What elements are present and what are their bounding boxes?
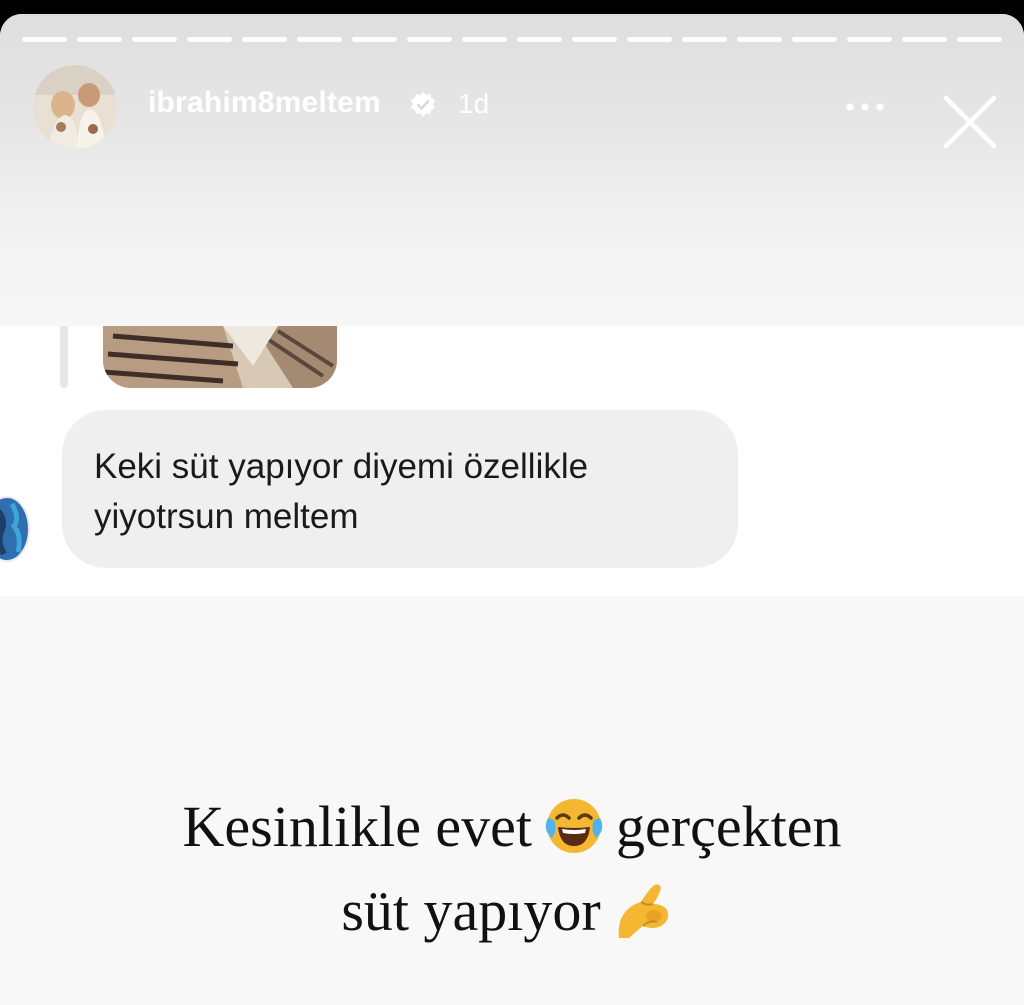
story-progress-segment	[682, 37, 727, 42]
story-viewer[interactable]: ibrahim8meltem 1d Keki süt yapıyor diyem…	[0, 14, 1024, 1005]
story-time-ago: 1d	[458, 88, 490, 119]
story-progress-segment	[352, 37, 397, 42]
pinching-hand-icon	[613, 880, 671, 958]
story-progress-segment	[187, 37, 232, 42]
story-progress-segment	[77, 37, 122, 42]
story-progress-segment	[407, 37, 452, 42]
story-progress-segment	[22, 37, 67, 42]
message-line-2: yiyotrsun meltem	[94, 497, 359, 536]
reply-indicator-bar	[60, 326, 68, 388]
caption-line-1: Kesinlikle evet gerçekten	[0, 790, 1024, 874]
caption-line-2-text: süt yapıyor	[341, 878, 601, 943]
close-icon[interactable]	[940, 92, 1000, 152]
quoted-photo	[103, 326, 337, 388]
more-horizontal-icon[interactable]	[840, 100, 890, 114]
received-message-bubble: Keki süt yapıyor diyemi özellikle yiyotr…	[62, 410, 738, 568]
face-with-tears-of-joy-icon	[544, 796, 604, 874]
story-progress-segment	[517, 37, 562, 42]
story-username[interactable]: ibrahim8meltem	[148, 86, 381, 120]
story-progress-segment	[627, 37, 672, 42]
story-progress-segment	[132, 37, 177, 42]
story-caption: Kesinlikle evet gerçekten süt yapıyor	[0, 790, 1024, 958]
profile-avatar[interactable]	[33, 65, 117, 149]
chat-screenshot: Keki süt yapıyor diyemi özellikle yiyotr…	[0, 326, 1024, 596]
story-caption-area: Kesinlikle evet gerçekten süt yapıyor	[0, 596, 1024, 1005]
story-header: ibrahim8meltem 1d	[0, 14, 1024, 326]
caption-line-1-start: Kesinlikle evet	[182, 794, 533, 859]
caption-line-1-end: gerçekten	[616, 794, 842, 859]
sender-avatar	[0, 496, 30, 562]
story-progress-segment	[737, 37, 782, 42]
story-progress-segment	[297, 37, 342, 42]
globe-avatar-icon	[0, 496, 30, 562]
story-progress-segment	[957, 37, 1002, 42]
caption-line-2: süt yapıyor	[0, 874, 1024, 958]
story-progress-segment	[792, 37, 837, 42]
story-progress-segment	[572, 37, 617, 42]
story-progress-segment	[242, 37, 287, 42]
story-progress-segment	[902, 37, 947, 42]
story-progress-segment	[847, 37, 892, 42]
verified-badge-icon	[411, 92, 435, 117]
message-text: Keki süt yapıyor diyemi özellikle yiyotr…	[94, 442, 708, 542]
story-progress-segment	[462, 37, 507, 42]
quoted-photo-image	[103, 326, 337, 388]
avatar-photo	[33, 65, 117, 149]
story-progress-bar	[22, 37, 1002, 43]
message-line-1: Keki süt yapıyor diyemi özellikle	[94, 447, 589, 486]
